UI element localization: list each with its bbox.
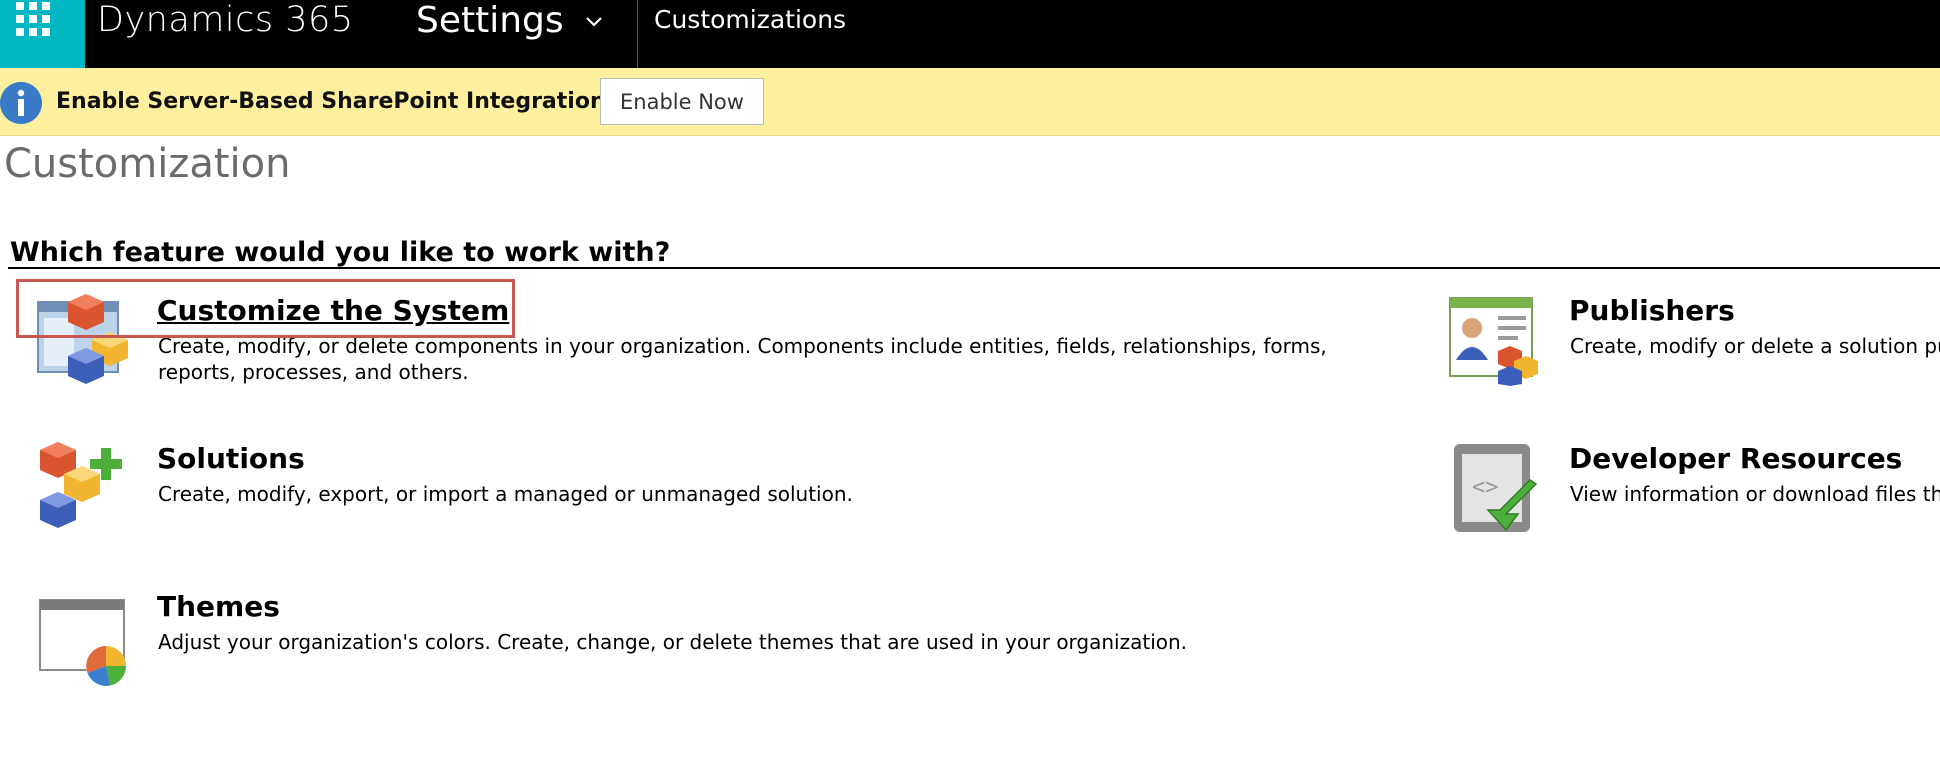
feature-description: Create, modify or delete a solution pul — [1570, 334, 1940, 358]
notification-message: Enable Server-Based SharePoint Integrati… — [56, 89, 606, 114]
enable-now-button[interactable]: Enable Now — [600, 78, 764, 125]
svg-text:<>: <> — [1472, 475, 1499, 500]
feature-title[interactable]: Themes — [157, 590, 280, 624]
feature-title[interactable]: Solutions — [157, 442, 305, 476]
feature-description: View information or download files tha — [1570, 482, 1940, 506]
chevron-down-icon[interactable] — [583, 10, 605, 32]
info-icon — [0, 82, 42, 124]
themes-icon — [39, 599, 126, 686]
feature-title[interactable]: Developer Resources — [1569, 442, 1902, 476]
feature-description: Create, modify, or delete components in … — [158, 334, 1327, 384]
feature-title[interactable]: Publishers — [1569, 294, 1735, 328]
top-navigation-bar: Dynamics 365 Settings Customizations — [0, 0, 1940, 68]
nav-divider — [637, 0, 638, 68]
feature-description: Adjust your organization's colors. Creat… — [158, 630, 1188, 654]
page-title: Customization — [4, 141, 291, 187]
notification-bar: Enable Server-Based SharePoint Integrati… — [0, 68, 1940, 136]
area-menu-title[interactable]: Settings — [416, 1, 564, 41]
section-divider — [8, 267, 1940, 269]
solutions-icon — [40, 442, 122, 528]
app-launcher-icon — [16, 2, 50, 36]
developer-resources-icon: <> — [1454, 444, 1538, 532]
section-heading: Which feature would you like to work wit… — [10, 237, 671, 268]
app-launcher-button[interactable] — [0, 0, 85, 68]
breadcrumb-customizations[interactable]: Customizations — [654, 4, 846, 36]
publishers-icon — [1449, 297, 1538, 386]
feature-description: Create, modify, export, or import a mana… — [158, 482, 853, 506]
highlight-box — [16, 279, 515, 338]
app-title[interactable]: Dynamics 365 — [97, 0, 354, 40]
